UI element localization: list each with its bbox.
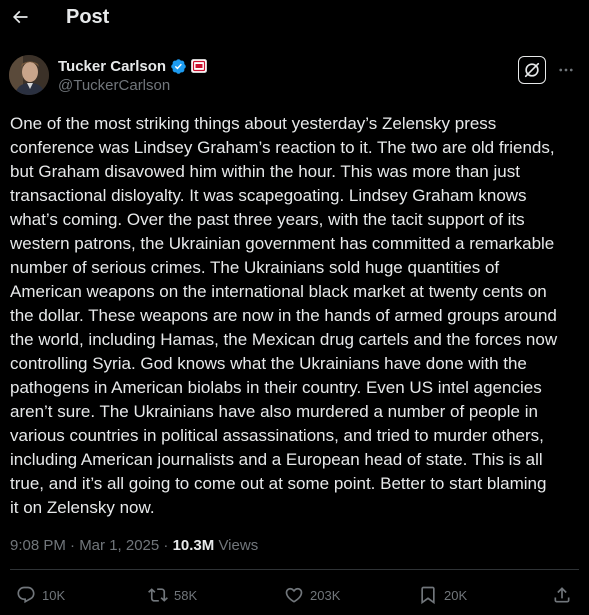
reply-button[interactable]: 10K bbox=[16, 585, 65, 605]
top-bar: Post bbox=[0, 0, 589, 36]
back-button[interactable] bbox=[10, 5, 30, 29]
repost-icon bbox=[148, 588, 168, 602]
avatar-image bbox=[9, 55, 49, 95]
bookmark-icon bbox=[421, 586, 435, 605]
bookmark-button[interactable]: 20K bbox=[418, 585, 467, 605]
post-body-text: One of the most striking things about ye… bbox=[10, 114, 558, 517]
repost-button[interactable]: 58K bbox=[148, 585, 197, 605]
views-label: Views bbox=[214, 537, 259, 554]
reply-icon bbox=[17, 586, 35, 604]
like-count: 203K bbox=[310, 587, 341, 603]
share-button[interactable] bbox=[552, 585, 572, 605]
page-title: Post bbox=[66, 6, 110, 28]
post-metadata: 9:08 PM · Mar 1, 2025 · 10.3M Views bbox=[10, 536, 258, 556]
share-icon bbox=[554, 587, 570, 603]
views-count: 10.3M bbox=[172, 537, 215, 554]
affiliate-badge-icon[interactable] bbox=[191, 59, 208, 73]
reply-count: 10K bbox=[42, 587, 66, 603]
more-options-button[interactable] bbox=[556, 60, 576, 80]
post-timestamp[interactable]: 9:08 PM · Mar 1, 2025 · bbox=[10, 537, 173, 554]
grok-icon bbox=[524, 62, 540, 78]
verified-badge-icon[interactable] bbox=[170, 58, 187, 75]
action-bar: 10K 58K 203K 20K bbox=[0, 577, 589, 613]
author-name-row: Tucker Carlson bbox=[58, 56, 208, 76]
divider bbox=[10, 569, 579, 570]
more-icon bbox=[559, 68, 573, 72]
author-display-name[interactable]: Tucker Carlson bbox=[58, 58, 166, 75]
bookmark-count: 20K bbox=[444, 587, 468, 603]
grok-button[interactable] bbox=[518, 56, 546, 84]
author-handle[interactable]: @TuckerCarlson bbox=[58, 77, 170, 94]
like-icon bbox=[285, 587, 303, 603]
avatar[interactable] bbox=[9, 55, 49, 95]
repost-count: 58K bbox=[174, 587, 198, 603]
back-arrow-icon bbox=[12, 10, 28, 24]
like-button[interactable]: 203K bbox=[284, 585, 340, 605]
